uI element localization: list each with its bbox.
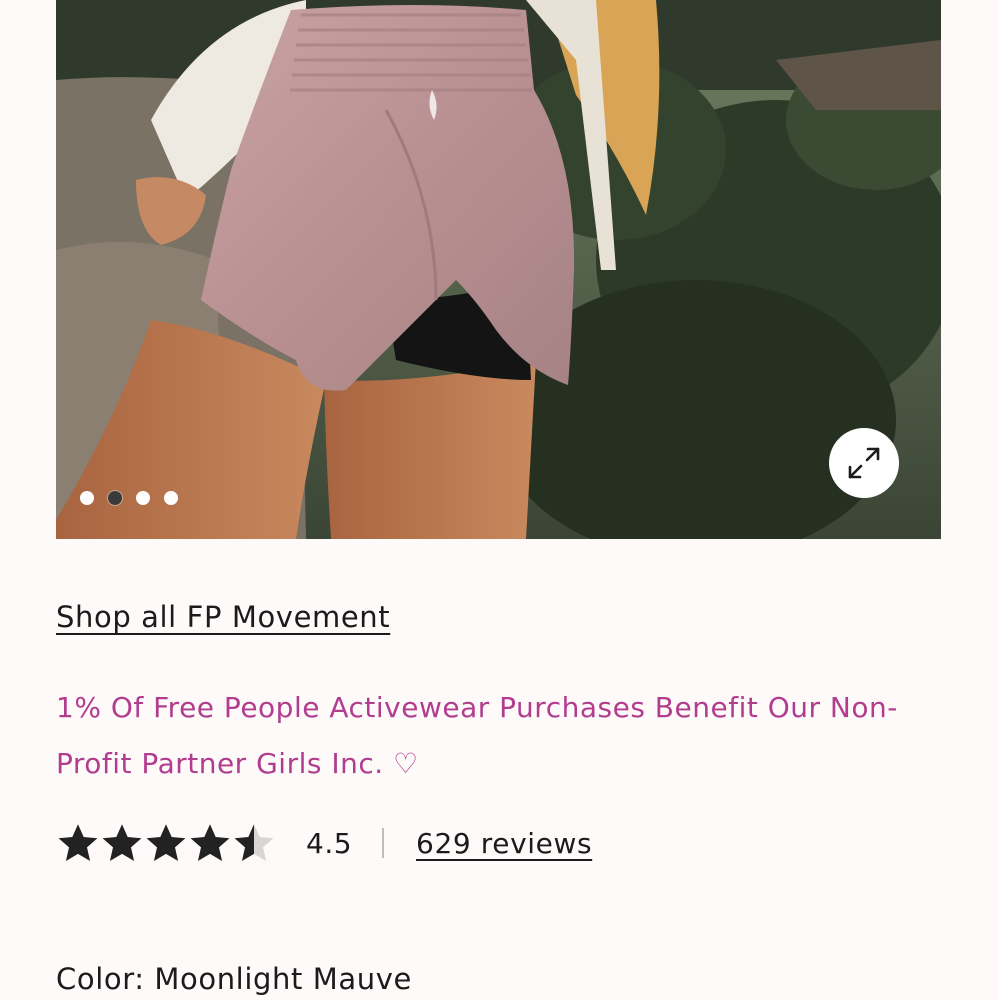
rating-value: 4.5	[306, 826, 353, 860]
shop-all-link[interactable]: Shop all FP Movement	[56, 600, 390, 634]
product-detail-page: Shop all FP Movement 1% Of Free People A…	[0, 0, 999, 1000]
reviews-link[interactable]: 629 reviews	[416, 827, 592, 860]
promo-text: 1% Of Free People Activewear Purchases B…	[56, 691, 898, 780]
star-full-icon	[102, 824, 142, 861]
expand-icon	[848, 447, 880, 479]
product-image-carousel[interactable]	[56, 0, 941, 539]
carousel-dot-1[interactable]	[80, 491, 94, 505]
star-full-icon	[190, 824, 230, 861]
star-half-icon	[234, 824, 274, 861]
rating-row: 4.5 629 reviews	[56, 815, 592, 871]
star-rating[interactable]	[56, 821, 276, 865]
rating-divider	[382, 828, 385, 858]
star-full-icon	[146, 824, 186, 861]
color-label: Color: Moonlight Mauve	[56, 962, 412, 996]
carousel-dot-2[interactable]	[108, 491, 122, 505]
carousel-dots	[80, 491, 178, 505]
star-full-icon	[58, 824, 98, 861]
expand-image-button[interactable]	[829, 428, 899, 498]
product-photo	[56, 0, 941, 539]
carousel-dot-4[interactable]	[164, 491, 178, 505]
carousel-dot-3[interactable]	[136, 491, 150, 505]
